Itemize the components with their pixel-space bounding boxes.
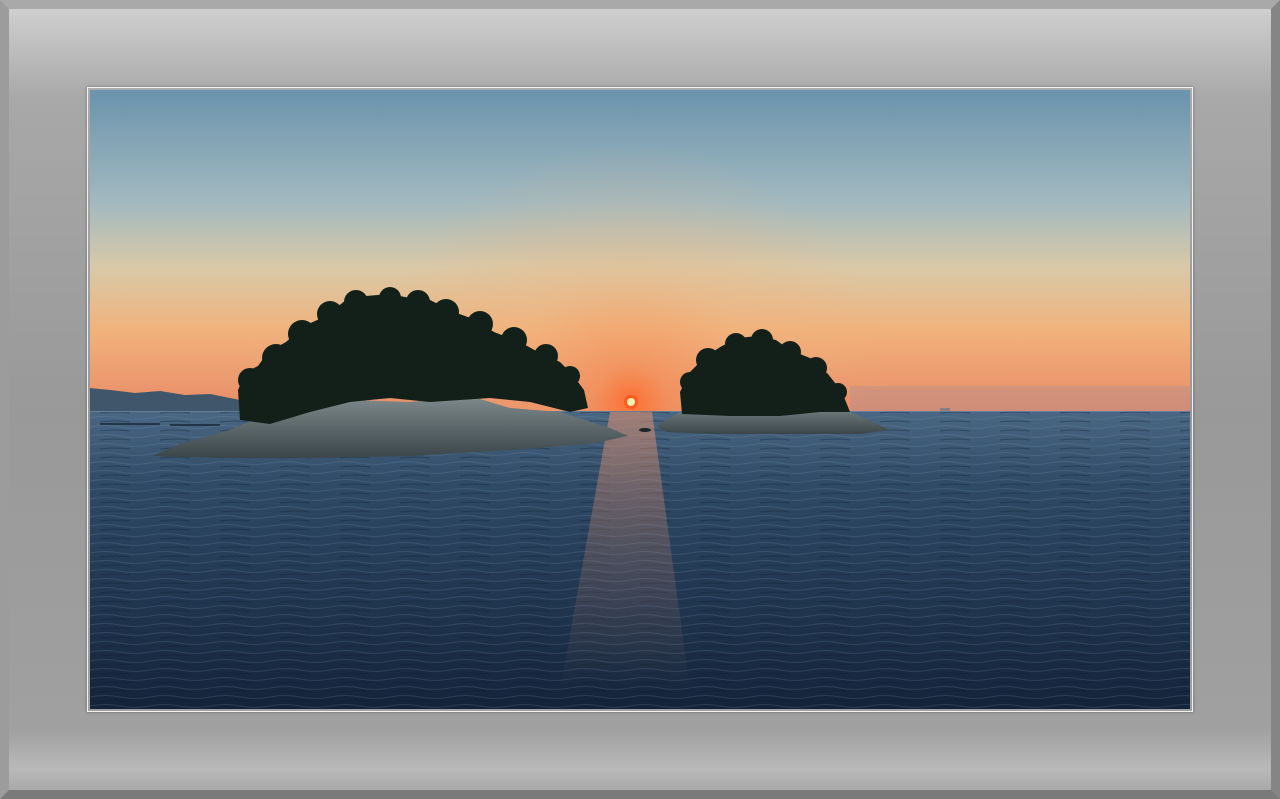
sun-core: [627, 398, 635, 406]
photo-sunset-islands: [90, 90, 1190, 709]
small-rock: [639, 428, 651, 432]
photo-canvas: [90, 90, 1190, 709]
distant-ship: [940, 408, 950, 411]
horizon-haze: [850, 386, 1190, 412]
sun-glow: [90, 90, 1190, 412]
